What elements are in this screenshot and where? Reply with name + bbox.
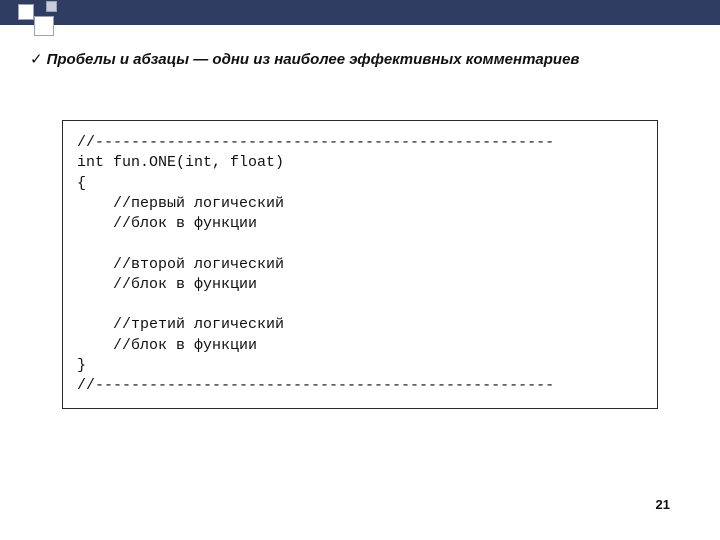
code-box: //--------------------------------------… [62, 120, 658, 409]
decor-square-2 [34, 16, 54, 36]
code-line: //первый логический [77, 195, 284, 212]
code-line: //блок в функции [77, 337, 257, 354]
code-line: //блок в функции [77, 215, 257, 232]
checkmark-icon: ✓ [30, 51, 43, 68]
code-line: int fun.ONE(int, float) [77, 154, 284, 171]
code-line: //--------------------------------------… [77, 377, 554, 394]
code-line: } [77, 357, 86, 374]
code-line: { [77, 175, 86, 192]
code-line: //третий логический [77, 316, 284, 333]
code-content: //--------------------------------------… [77, 133, 643, 396]
code-line: //блок в функции [77, 276, 257, 293]
slide-heading: ✓Пробелы и абзацы — одни из наиболее эфф… [30, 50, 690, 69]
code-line: //--------------------------------------… [77, 134, 554, 151]
decor-square-1 [18, 4, 34, 20]
decor-square-3 [46, 1, 57, 12]
heading-text: Пробелы и абзацы — одни из наиболее эффе… [47, 51, 580, 68]
page-number: 21 [656, 497, 670, 512]
code-line: //второй логический [77, 256, 284, 273]
header-bar [0, 0, 720, 25]
